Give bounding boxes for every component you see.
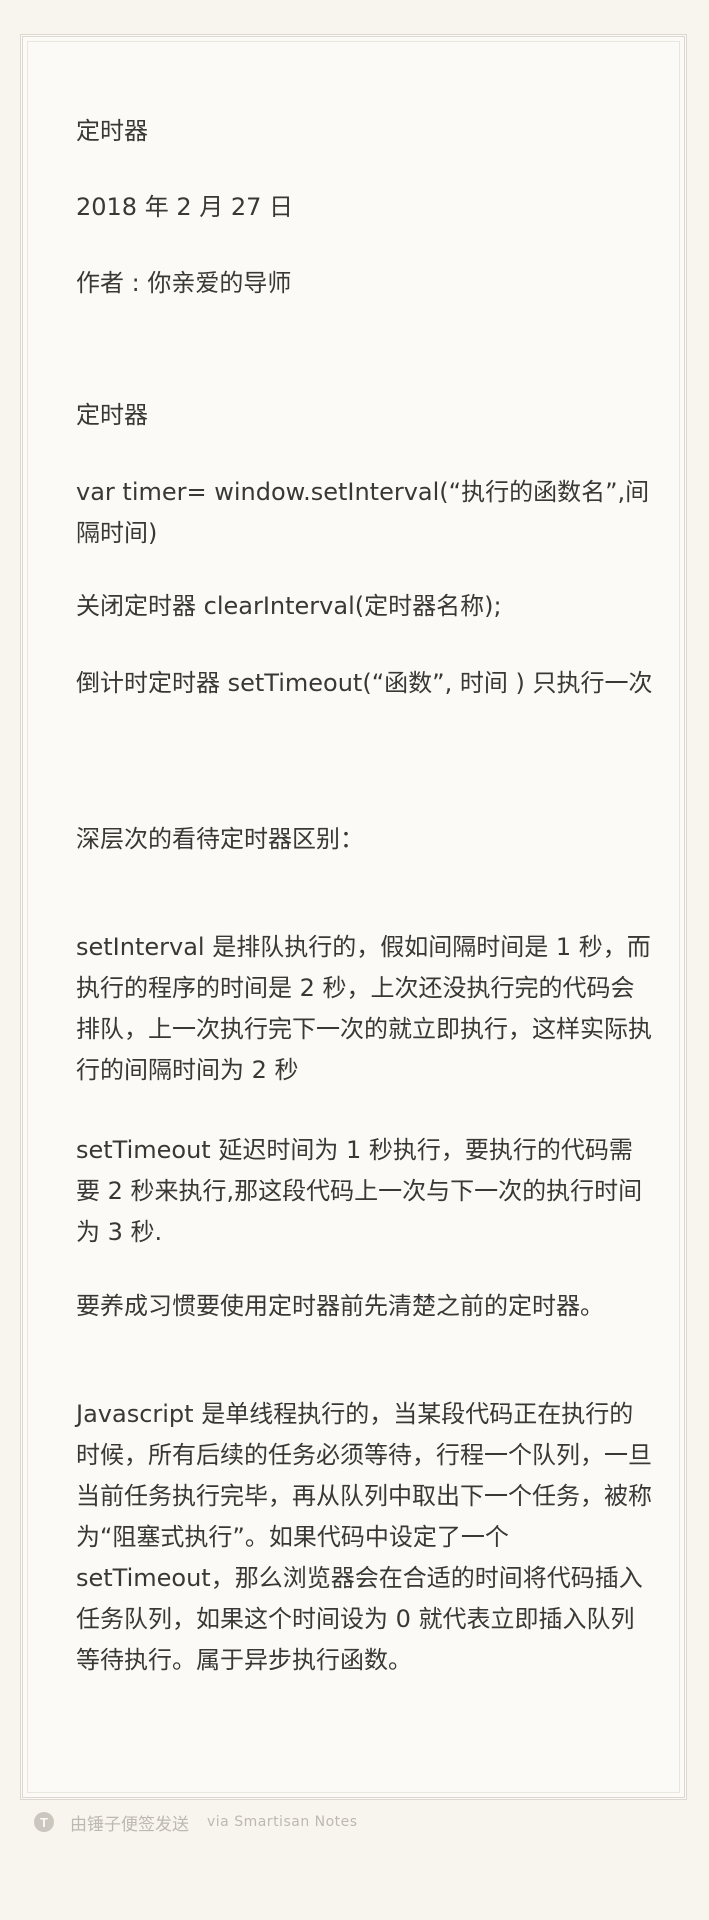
paragraph-setinterval-explanation: setInterval 是排队执行的，假如间隔时间是 1 秒，而执行的程序的时间… bbox=[76, 933, 652, 1084]
paragraph-section-heading: 深层次的看待定时器区别： bbox=[76, 825, 364, 853]
paragraph-javascript-single-thread: Javascript 是单线程执行的，当某段代码正在执行的时候，所有后续的任务必… bbox=[76, 1400, 652, 1674]
paragraph-habit-tip: 要养成习惯要使用定时器前先清楚之前的定时器。 bbox=[76, 1292, 604, 1320]
note-date: 2018 年 2 月 27 日 bbox=[76, 193, 294, 221]
paragraph-settimeout: 倒计时定时器 setTimeout(“函数”, 时间 ) 只执行一次 bbox=[76, 669, 653, 697]
note-card: 定时器 2018 年 2 月 27 日 作者 : 你亲爱的导师 定时器 var … bbox=[20, 34, 687, 1800]
paragraph-setinterval-syntax: var timer= window.setInterval(“执行的函数名”,间… bbox=[76, 478, 650, 547]
paragraph-clearinterval: 关闭定时器 clearInterval(定时器名称); bbox=[76, 592, 502, 620]
paragraph-heading: 定时器 bbox=[76, 401, 148, 429]
note-title: 定时器 bbox=[76, 117, 148, 145]
smartisan-t-icon: T bbox=[34, 1812, 54, 1832]
note-author: 作者 : 你亲爱的导师 bbox=[76, 269, 292, 297]
footer-sent-by: 由锤子便签发送 bbox=[70, 1814, 189, 1835]
footer-signature: T 由锤子便签发送 via Smartisan Notes bbox=[34, 1806, 358, 1838]
footer-via: via Smartisan Notes bbox=[207, 1814, 358, 1830]
paragraph-settimeout-explanation: setTimeout 延迟时间为 1 秒执行，要执行的代码需要 2 秒来执行,那… bbox=[76, 1136, 643, 1246]
